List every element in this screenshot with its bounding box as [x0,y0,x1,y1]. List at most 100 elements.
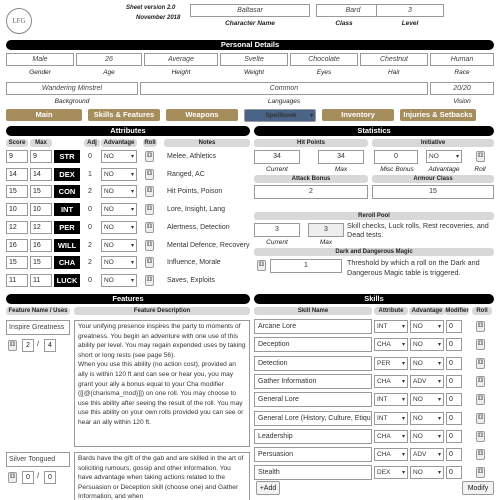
tab-spellbook[interactable]: Spellbook [244,109,316,122]
feature-description[interactable]: Bards have the gift of the gab and are s… [74,452,250,500]
background-input[interactable]: Wandering Minstrel [6,82,138,95]
attr-advantage-select[interactable]: NO [101,220,137,234]
skill-attribute-select[interactable]: INT [374,393,408,407]
armour-class-input[interactable]: 15 [372,185,494,199]
skill-roll-d20-icon[interactable]: ⚅ [476,339,485,351]
reroll-current-input[interactable]: 3 [254,223,300,237]
skill-attribute-select[interactable]: CHA [374,448,408,462]
skill-name-input[interactable]: Arcane Lore [254,319,372,334]
skill-roll-d20-icon[interactable]: ⚅ [476,357,485,369]
attr-advantage-select[interactable]: NO [101,273,137,287]
skill-roll-d20-icon[interactable]: ⚅ [476,375,485,387]
skill-roll-d20-icon[interactable]: ⚅ [476,449,485,461]
attr-score-input[interactable]: 15 [6,256,28,270]
skill-modifier-input[interactable]: 0 [446,466,462,480]
skill-advantage-select[interactable]: ADV [410,448,444,462]
attr-max-input[interactable]: 14 [30,167,52,181]
initiative-misc-input[interactable]: 0 [374,150,418,164]
skill-name-input[interactable]: Deception [254,337,372,353]
attr-max-input[interactable]: 9 [30,150,52,163]
attr-advantage-select[interactable]: NO [101,167,137,181]
height-input[interactable]: Average [144,53,218,66]
skill-advantage-select[interactable]: NO [410,356,444,370]
feature-max-input[interactable]: 4 [44,339,56,352]
skill-modifier-input[interactable]: 0 [446,429,462,443]
attr-max-input[interactable]: 10 [30,203,52,217]
skill-name-input[interactable]: Persuasion [254,447,372,463]
attr-max-input[interactable]: 11 [30,273,52,287]
skill-advantage-select[interactable]: NO [410,393,444,407]
tab-injuries-setbacks[interactable]: Injuries & Setbacks [400,109,476,121]
skill-advantage-select[interactable]: ADV [410,374,444,388]
feature-name-input[interactable]: Inspire Greatness [6,320,70,335]
attr-max-input[interactable]: 16 [30,238,52,252]
hp-current-input[interactable]: 34 [254,150,300,164]
skill-attribute-select[interactable]: PER [374,356,408,370]
attr-score-input[interactable]: 16 [6,238,28,252]
attr-roll-d20-icon[interactable]: ⚅ [145,204,154,216]
skill-name-input[interactable]: General Lore (History, Culture, Etiqu [254,410,372,426]
hp-max-input[interactable]: 34 [318,150,364,164]
gender-input[interactable]: Male [6,53,74,66]
dark-magic-input[interactable]: 1 [270,259,342,273]
skill-advantage-select[interactable]: NO [410,429,444,443]
skill-attribute-select[interactable]: CHA [374,429,408,443]
skill-attribute-select[interactable]: DEX [374,466,408,480]
attr-roll-d20-icon[interactable]: ⚅ [145,239,154,251]
skill-modifier-input[interactable]: 0 [446,320,462,333]
add-skill-button[interactable]: +Add [256,481,280,495]
initiative-advantage-select[interactable]: NO [426,150,462,163]
tab-inventory[interactable]: Inventory [322,109,394,121]
attr-score-input[interactable]: 9 [6,150,28,163]
eyes-input[interactable]: Chocolate [290,53,358,66]
tab-weapons[interactable]: Weapons [166,109,238,121]
attr-score-input[interactable]: 10 [6,203,28,217]
attr-roll-d20-icon[interactable]: ⚅ [145,168,154,180]
skill-roll-d20-icon[interactable]: ⚅ [476,467,485,479]
skill-modifier-input[interactable]: 0 [446,338,462,352]
skill-name-input[interactable]: General Lore [254,392,372,408]
attr-roll-d20-icon[interactable]: ⚅ [145,274,154,286]
vision-input[interactable]: 20/20 [430,82,494,95]
age-input[interactable]: 26 [76,53,142,66]
feature-max-input[interactable]: 0 [44,471,56,484]
skill-advantage-select[interactable]: NO [410,411,444,425]
attr-roll-d20-icon[interactable]: ⚅ [145,151,154,162]
skill-roll-d20-icon[interactable]: ⚅ [476,321,485,332]
level-input[interactable]: 3 [376,4,444,17]
feature-name-input[interactable]: Silver Tongued [6,452,70,467]
feature-roll-d20-icon[interactable]: ⚅ [8,472,17,483]
character-name-input[interactable]: Baltasar [190,4,310,17]
skill-attribute-select[interactable]: CHA [374,374,408,388]
skill-name-input[interactable]: Gather Information [254,373,372,389]
attr-roll-d20-icon[interactable]: ⚅ [145,257,154,269]
attr-roll-d20-icon[interactable]: ⚅ [145,221,154,233]
attr-advantage-select[interactable]: NO [101,150,137,163]
skill-modifier-input[interactable]: 0 [446,448,462,462]
feature-description[interactable]: Your unifying presence inspires the part… [74,320,250,447]
attr-advantage-select[interactable]: NO [101,238,137,252]
attr-advantage-select[interactable]: NO [101,185,137,199]
modify-skills-button[interactable]: Modify [462,481,494,495]
attr-max-input[interactable]: 12 [30,220,52,234]
dark-magic-roll-d20-icon[interactable]: ⚅ [257,260,266,271]
attr-score-input[interactable]: 12 [6,220,28,234]
skill-advantage-select[interactable]: NO [410,466,444,480]
skill-roll-d20-icon[interactable]: ⚅ [476,412,485,424]
attr-score-input[interactable]: 15 [6,185,28,199]
skill-attribute-select[interactable]: INT [374,411,408,425]
skill-roll-d20-icon[interactable]: ⚅ [476,394,485,406]
skill-attribute-select[interactable]: INT [374,320,408,333]
skill-attribute-select[interactable]: CHA [374,338,408,352]
attr-advantage-select[interactable]: NO [101,203,137,217]
skill-name-input[interactable]: Stealth [254,465,372,481]
tab-skills-features[interactable]: Skills & Features [88,109,160,121]
attr-score-input[interactable]: 14 [6,167,28,181]
attack-bonus-input[interactable]: 2 [254,185,368,199]
skill-name-input[interactable]: Detection [254,355,372,371]
reroll-max-input[interactable]: 3 [308,223,344,237]
feature-roll-d20-icon[interactable]: ⚅ [8,340,17,351]
attr-advantage-select[interactable]: NO [101,256,137,270]
attr-roll-d20-icon[interactable]: ⚅ [145,186,154,198]
race-input[interactable]: Human [430,53,494,66]
